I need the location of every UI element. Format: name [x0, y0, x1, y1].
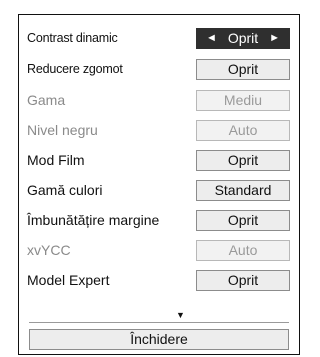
arrow-left-icon[interactable]: ◄	[206, 29, 217, 48]
setting-row-gama: Gama Mediu	[19, 87, 299, 114]
setting-label: Mod Film	[27, 152, 85, 168]
setting-row-xvycc: xvYCC Auto	[19, 237, 299, 264]
setting-row-model-expert: Model Expert Oprit	[19, 267, 299, 294]
setting-value-text: Oprit	[227, 30, 259, 46]
setting-value-button[interactable]: Oprit	[196, 150, 290, 171]
setting-value-button[interactable]: Oprit	[196, 59, 290, 80]
setting-label: Model Expert	[27, 272, 110, 288]
arrow-right-icon[interactable]: ►	[269, 29, 280, 48]
setting-label: Reducere zgomot	[27, 62, 123, 76]
setting-value-button: Mediu	[196, 90, 290, 111]
setting-label: xvYCC	[27, 242, 71, 258]
setting-value-button[interactable]: Oprit	[196, 210, 290, 231]
scroll-down-icon[interactable]: ▼	[176, 310, 185, 320]
setting-row-contrast-dinamic: Contrast dinamic ◄ Oprit ►	[19, 25, 299, 52]
setting-row-gama-culori: Gamă culori Standard	[19, 177, 299, 204]
setting-row-imbunatatire-margine: Îmbunătățire margine Oprit	[19, 207, 299, 234]
setting-value-button: Auto	[196, 120, 290, 141]
setting-value-button[interactable]: Standard	[196, 180, 290, 201]
setting-value-button[interactable]: Oprit	[196, 270, 290, 291]
setting-value-button: Auto	[196, 240, 290, 261]
setting-value-button[interactable]: ◄ Oprit ►	[196, 28, 290, 49]
setting-row-reducere-zgomot: Reducere zgomot Oprit	[19, 56, 299, 83]
setting-label: Contrast dinamic	[27, 31, 118, 45]
setting-label: Îmbunătățire margine	[27, 212, 160, 228]
setting-label: Nivel negru	[27, 122, 98, 138]
close-button[interactable]: Închidere	[29, 329, 289, 350]
setting-row-nivel-negru: Nivel negru Auto	[19, 117, 299, 144]
settings-panel: Contrast dinamic ◄ Oprit ► Reducere zgom…	[18, 14, 300, 355]
setting-row-mod-film: Mod Film Oprit	[19, 147, 299, 174]
setting-label: Gama	[27, 92, 66, 108]
divider	[29, 322, 289, 323]
setting-label: Gamă culori	[27, 182, 103, 198]
